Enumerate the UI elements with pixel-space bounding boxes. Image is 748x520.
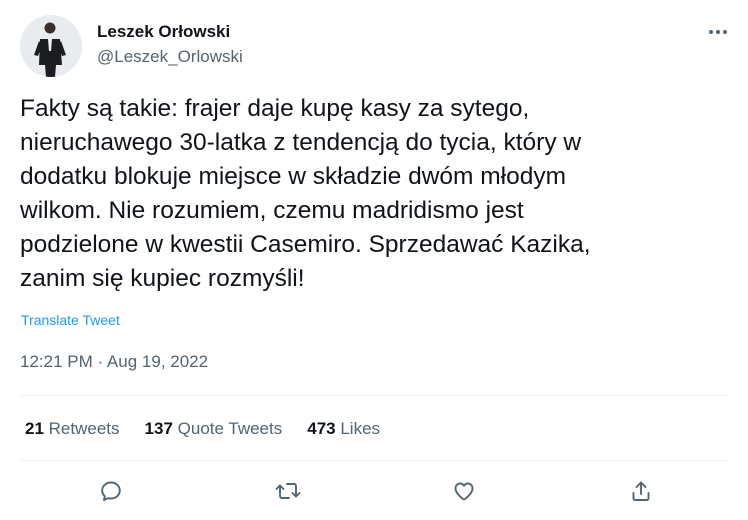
share-button[interactable] — [626, 476, 656, 506]
author-name[interactable]: Leszek Orłowski — [97, 21, 230, 43]
like-heart-icon — [454, 482, 474, 501]
likes-stat[interactable]: 473 Likes — [307, 418, 380, 440]
tweet-text: Fakty są takie: frajer daje kupę kasy za… — [20, 95, 591, 292]
retweets-stat[interactable]: 21 Retweets — [25, 418, 120, 440]
author-handle[interactable]: @Leszek_Orlowski — [97, 46, 243, 68]
likes-label: Likes — [340, 419, 381, 438]
avatar-image — [20, 15, 82, 77]
retweet-button[interactable] — [273, 476, 303, 506]
divider — [20, 460, 728, 461]
tweet-card: Leszek Orłowski @Leszek_Orlowski Fakty s… — [0, 0, 748, 520]
quote-tweets-count: 137 — [144, 419, 173, 438]
quote-tweets-label: Quote Tweets — [177, 419, 283, 438]
more-options-button[interactable] — [700, 18, 736, 46]
retweet-icon — [275, 483, 301, 499]
retweets-label: Retweets — [48, 419, 120, 438]
translate-tweet-link[interactable]: Translate Tweet — [21, 311, 120, 329]
share-icon — [632, 481, 650, 501]
tweet-timestamp[interactable]: 12:21 PM · Aug 19, 2022 — [20, 351, 208, 373]
reply-button[interactable] — [96, 476, 126, 506]
more-horizontal-icon — [709, 30, 727, 34]
quote-tweets-stat[interactable]: 137 Quote Tweets — [145, 418, 283, 440]
avatar[interactable] — [20, 15, 82, 77]
like-button[interactable] — [449, 476, 479, 506]
likes-count: 473 — [307, 419, 336, 438]
reply-icon — [101, 481, 121, 501]
action-bar — [0, 476, 748, 506]
engagement-stats: 21 Retweets 137 Quote Tweets 473 Likes — [25, 418, 405, 440]
retweets-count: 21 — [25, 419, 44, 438]
divider — [20, 395, 728, 396]
